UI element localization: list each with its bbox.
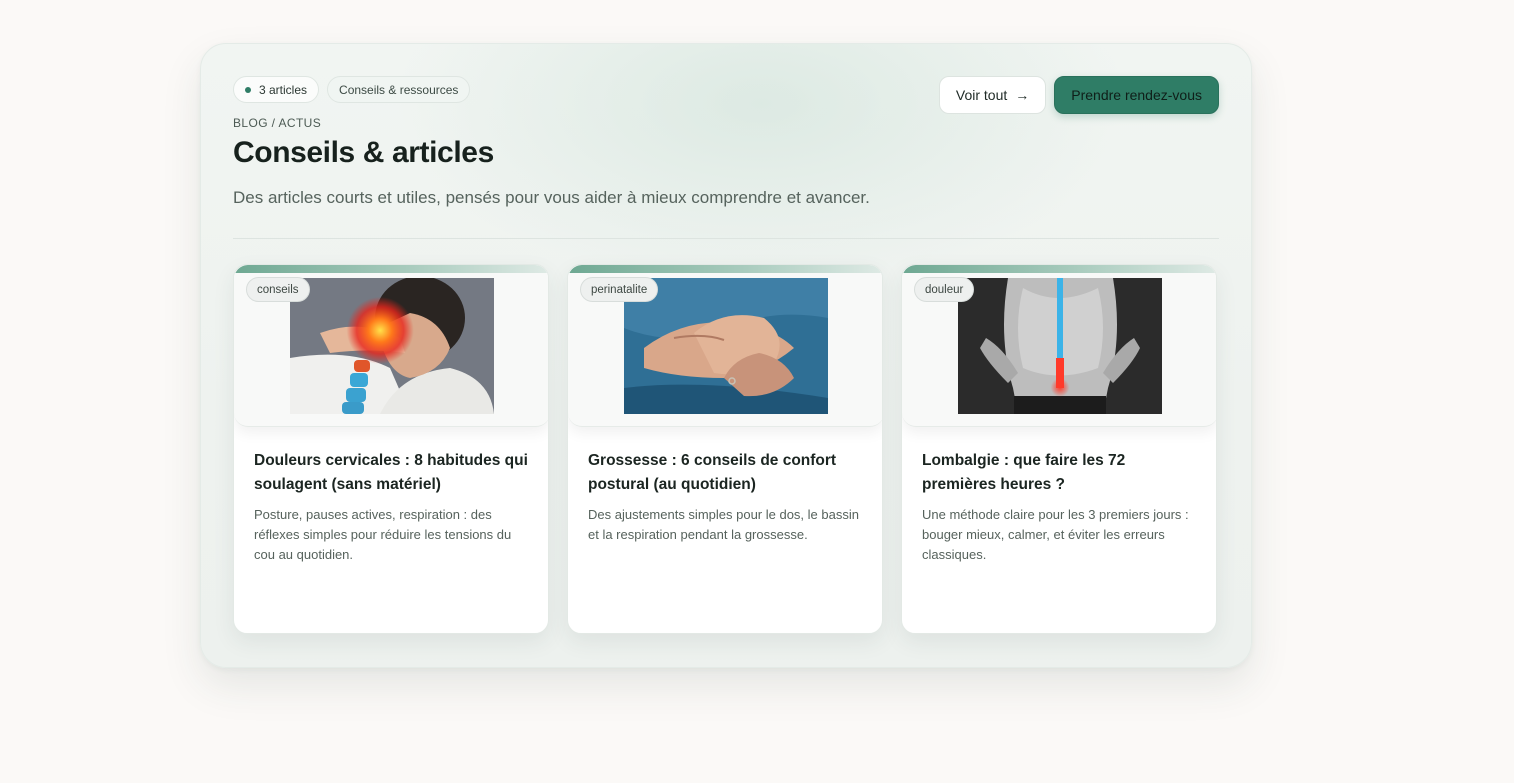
category-tag-label: conseils (257, 283, 299, 296)
article-title[interactable]: Grossesse : 6 conseils de confort postur… (588, 449, 866, 497)
book-appointment-label: Prendre rendez-vous (1071, 87, 1202, 103)
header-chips: 3 articles Conseils & ressources (233, 76, 471, 103)
article-title[interactable]: Lombalgie : que faire les 72 premières h… (922, 449, 1200, 497)
article-media: douleur (902, 265, 1216, 427)
accent-bar (902, 265, 1216, 273)
category-tag[interactable]: conseils (246, 277, 310, 302)
book-appointment-button[interactable]: Prendre rendez-vous (1054, 76, 1219, 114)
article-body: Grossesse : 6 conseils de confort postur… (588, 449, 866, 545)
neck-pain-photo (290, 278, 494, 414)
article-card[interactable]: perinatalite Grossesse : 6 conseils de c… (567, 264, 883, 634)
category-tag-label: perinatalite (591, 283, 648, 296)
article-card[interactable]: douleur Lombalgie : que faire les 72 pre… (901, 264, 1217, 634)
article-title[interactable]: Douleurs cervicales : 8 habitudes qui so… (254, 449, 532, 497)
blog-section: 3 articles Conseils & ressources BLOG / … (200, 43, 1252, 668)
view-all-label: Voir tout (955, 87, 1008, 103)
article-card[interactable]: conseils Douleurs cervicales : 8 habitud… (233, 264, 549, 634)
article-media: perinatalite (568, 265, 882, 427)
category-chip: Conseils & ressources (327, 76, 471, 103)
article-excerpt: Des ajustements simples pour le dos, le … (588, 507, 859, 542)
article-list: conseils Douleurs cervicales : 8 habitud… (233, 264, 1217, 634)
page-title: Conseils & articles (233, 136, 494, 169)
article-body: Lombalgie : que faire les 72 premières h… (922, 449, 1200, 565)
article-body: Douleurs cervicales : 8 habitudes qui so… (254, 449, 532, 565)
article-excerpt: Une méthode claire pour les 3 premiers j… (922, 507, 1189, 562)
breadcrumb: BLOG / ACTUS (233, 116, 322, 130)
section-divider (233, 238, 1219, 239)
article-media: conseils (234, 265, 548, 427)
accent-bar (568, 265, 882, 273)
lower-back-pain-photo (958, 278, 1162, 414)
status-dot-icon (245, 86, 251, 93)
article-excerpt: Posture, pauses actives, respiration : d… (254, 507, 512, 562)
hands-care-photo (624, 278, 828, 414)
view-all-button[interactable]: Voir tout → (938, 76, 1047, 114)
category-tag[interactable]: douleur (914, 277, 975, 302)
article-count-label: 3 articles (259, 82, 308, 97)
category-chip-label: Conseils & ressources (339, 82, 459, 97)
category-tag-label: douleur (925, 283, 964, 296)
accent-bar (234, 265, 548, 273)
article-count-chip: 3 articles (233, 76, 320, 103)
header-actions: Voir tout → Prendre rendez-vous (938, 76, 1219, 114)
category-tag[interactable]: perinatalite (580, 277, 659, 302)
arrow-right-icon: → (1015, 87, 1030, 103)
page-subtitle: Des articles courts et utiles, pensés po… (233, 188, 870, 207)
